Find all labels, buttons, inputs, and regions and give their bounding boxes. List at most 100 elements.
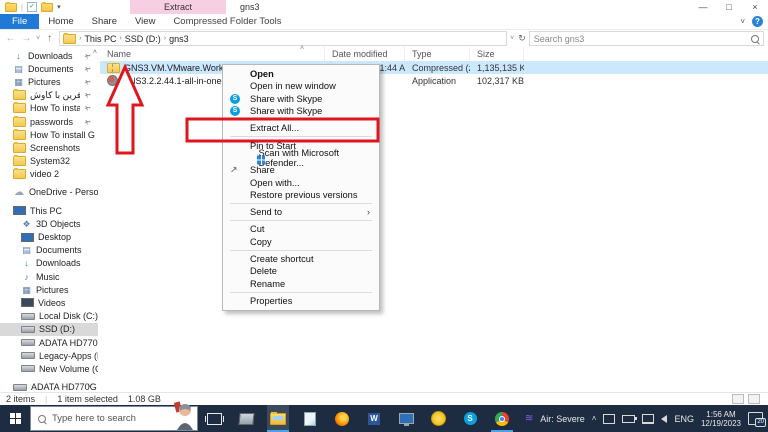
- sidebar-item-this-pc[interactable]: This PC: [0, 204, 98, 217]
- sidebar-item-onedrive[interactable]: ☁ OneDrive - Person: [0, 186, 98, 199]
- menu-separator: [230, 291, 372, 293]
- address-dropdown-chevron-icon[interactable]: ˅: [510, 35, 514, 42]
- expand-ribbon-chevron-icon[interactable]: ˅: [740, 17, 745, 26]
- taskbar-search-input[interactable]: Type here to search: [30, 401, 198, 431]
- network-icon[interactable]: [642, 413, 655, 424]
- sidebar-item-desktop[interactable]: Desktop: [0, 230, 98, 243]
- sidebar-item-folder[interactable]: video 2: [0, 168, 98, 181]
- file-row-zip[interactable]: GNS3.VM.VMware.Workstation.2.2.44.1 12/1…: [100, 61, 768, 74]
- close-button[interactable]: ×: [742, 0, 768, 14]
- customize-qat-chevron-icon[interactable]: ▾: [57, 3, 61, 11]
- tab-share[interactable]: Share: [83, 14, 126, 29]
- file-explorer-button[interactable]: [267, 405, 289, 432]
- clock[interactable]: 1:56 AM 12/19/2023: [701, 410, 741, 428]
- sidebar-item-folder[interactable]: How To install G: [0, 128, 98, 141]
- sidebar-item-music[interactable]: ♪ Music: [0, 270, 98, 283]
- chrome-button[interactable]: [491, 405, 513, 432]
- menu-item-properties[interactable]: Properties: [223, 295, 379, 307]
- sidebar-item-folder[interactable]: System32: [0, 155, 98, 168]
- notepad-button[interactable]: [299, 405, 321, 432]
- refresh-icon[interactable]: ↻: [518, 33, 526, 44]
- menu-item-cut[interactable]: Cut: [223, 223, 379, 235]
- zip-file-icon: [107, 62, 120, 73]
- sidebar-item-adata-e[interactable]: ADATA HD770G (E: [0, 381, 98, 392]
- search-icon: [38, 414, 46, 423]
- language-indicator[interactable]: ENG: [674, 414, 694, 424]
- security-shield-icon[interactable]: [603, 413, 616, 424]
- recent-locations-chevron-icon[interactable]: ˅: [36, 35, 40, 42]
- start-button[interactable]: [0, 405, 30, 432]
- tab-compressed-folder-tools[interactable]: Compressed Folder Tools: [164, 14, 290, 29]
- sticker-app-button[interactable]: [427, 405, 449, 432]
- notification-center-icon[interactable]: 20: [748, 412, 766, 427]
- sidebar-item-adata-drive[interactable]: ADATA HD770G: [0, 336, 98, 349]
- sidebar-item-downloads[interactable]: ↓ Downloads ⊀: [0, 49, 98, 62]
- up-icon[interactable]: ↑: [43, 33, 56, 44]
- help-icon[interactable]: ?: [752, 16, 763, 27]
- sidebar-item-legacy-apps[interactable]: Legacy-Apps (F:: [0, 349, 98, 362]
- breadcrumb-this-pc[interactable]: This PC: [84, 34, 116, 44]
- column-header-size[interactable]: Size: [470, 47, 524, 61]
- sidebar-item-pictures[interactable]: ▦ Pictures: [0, 283, 98, 296]
- remote-desktop-button[interactable]: [395, 405, 417, 432]
- thumbnail-view-icon[interactable]: [748, 394, 760, 404]
- firefox-button[interactable]: [331, 405, 353, 432]
- menu-item-rename[interactable]: Rename: [223, 277, 379, 289]
- sidebar-item-downloads[interactable]: ↓ Downloads: [0, 257, 98, 270]
- column-header-name[interactable]: Name ˄: [100, 45, 325, 61]
- tablet-app-button[interactable]: [235, 405, 257, 432]
- back-icon[interactable]: ←: [4, 33, 17, 44]
- file-row-exe[interactable]: GNS3.2.2.44.1-all-in-one-dach M Applicat…: [100, 74, 768, 87]
- word-button[interactable]: W: [363, 405, 385, 432]
- search-input[interactable]: Search gns3: [528, 31, 764, 46]
- sidebar-item-ssd-d[interactable]: SSD (D:): [0, 322, 98, 336]
- minimize-button[interactable]: —: [690, 0, 716, 14]
- menu-item-create-shortcut[interactable]: Create shortcut: [223, 253, 379, 265]
- menu-item-share-with-skype[interactable]: S Share with Skype: [223, 93, 379, 105]
- sidebar-item-pictures[interactable]: ▦ Pictures ⊀: [0, 75, 98, 88]
- column-header-date-modified[interactable]: Date modified: [325, 47, 405, 61]
- menu-item-extract-all[interactable]: Extract All...: [223, 122, 379, 134]
- sidebar-item-folder[interactable]: Screenshots: [0, 141, 98, 154]
- menu-item-open-with[interactable]: Open with...: [223, 176, 379, 188]
- properties-icon[interactable]: ✓: [27, 2, 38, 12]
- menu-item-share[interactable]: ↗ Share: [223, 164, 379, 176]
- tab-file[interactable]: File: [0, 14, 40, 29]
- menu-item-restore-previous-versions[interactable]: Restore previous versions: [223, 189, 379, 201]
- column-header-type[interactable]: Type: [405, 47, 470, 61]
- forward-icon[interactable]: →: [20, 33, 33, 44]
- sidebar-item-new-volume[interactable]: New Volume (G:: [0, 362, 98, 375]
- menu-item-copy[interactable]: Copy: [223, 236, 379, 248]
- sidebar-item-documents[interactable]: ▤ Documents: [0, 244, 98, 257]
- menu-item-open-in-new-window[interactable]: Open in new window: [223, 80, 379, 92]
- address-input[interactable]: › This PC › SSD (D:) › gns3: [59, 31, 508, 46]
- tab-home[interactable]: Home: [39, 14, 82, 29]
- tab-view[interactable]: View: [126, 14, 164, 29]
- menu-item-share-with-skype[interactable]: S Share with Skype: [223, 105, 379, 117]
- sidebar-item-videos[interactable]: Videos: [0, 296, 98, 309]
- sidebar-item-folder[interactable]: How To instal ⊀: [0, 102, 98, 115]
- menu-item-send-to[interactable]: Send to ›: [223, 206, 379, 218]
- chrome-icon: [495, 411, 509, 426]
- sidebar-scroll-down-icon[interactable]: ˅: [88, 383, 92, 390]
- breadcrumb-folder[interactable]: gns3: [169, 34, 189, 44]
- maximize-button[interactable]: □: [716, 0, 742, 14]
- details-view-icon[interactable]: [732, 394, 744, 404]
- task-view-button[interactable]: [203, 405, 225, 432]
- battery-icon[interactable]: [622, 414, 638, 423]
- sidebar-item-3d-objects[interactable]: ❖ 3D Objects: [0, 217, 98, 230]
- breadcrumb-drive[interactable]: SSD (D:): [125, 34, 161, 44]
- sidebar-item-folder[interactable]: passwords ⊀: [0, 115, 98, 128]
- sidebar-item-documents[interactable]: ▤ Documents ⊀: [0, 62, 98, 75]
- volume-icon[interactable]: [661, 414, 668, 423]
- menu-item-delete[interactable]: Delete: [223, 265, 379, 277]
- sidebar-item-folder[interactable]: آفرین با کاوش ⊀: [0, 89, 98, 102]
- sidebar-item-local-disk-c[interactable]: Local Disk (C:): [0, 310, 98, 323]
- column-headers: Name ˄ Date modified Type Size: [100, 45, 768, 61]
- menu-item-scan-with-defender[interactable]: Scan with Microsoft Defender...: [223, 148, 379, 168]
- tray-overflow-chevron-icon[interactable]: ˄: [592, 414, 597, 423]
- skype-button[interactable]: S: [459, 405, 481, 432]
- new-folder-icon[interactable]: [41, 1, 54, 12]
- sidebar-scroll-up-icon[interactable]: ˄: [93, 49, 97, 56]
- menu-item-open[interactable]: Open: [223, 68, 379, 80]
